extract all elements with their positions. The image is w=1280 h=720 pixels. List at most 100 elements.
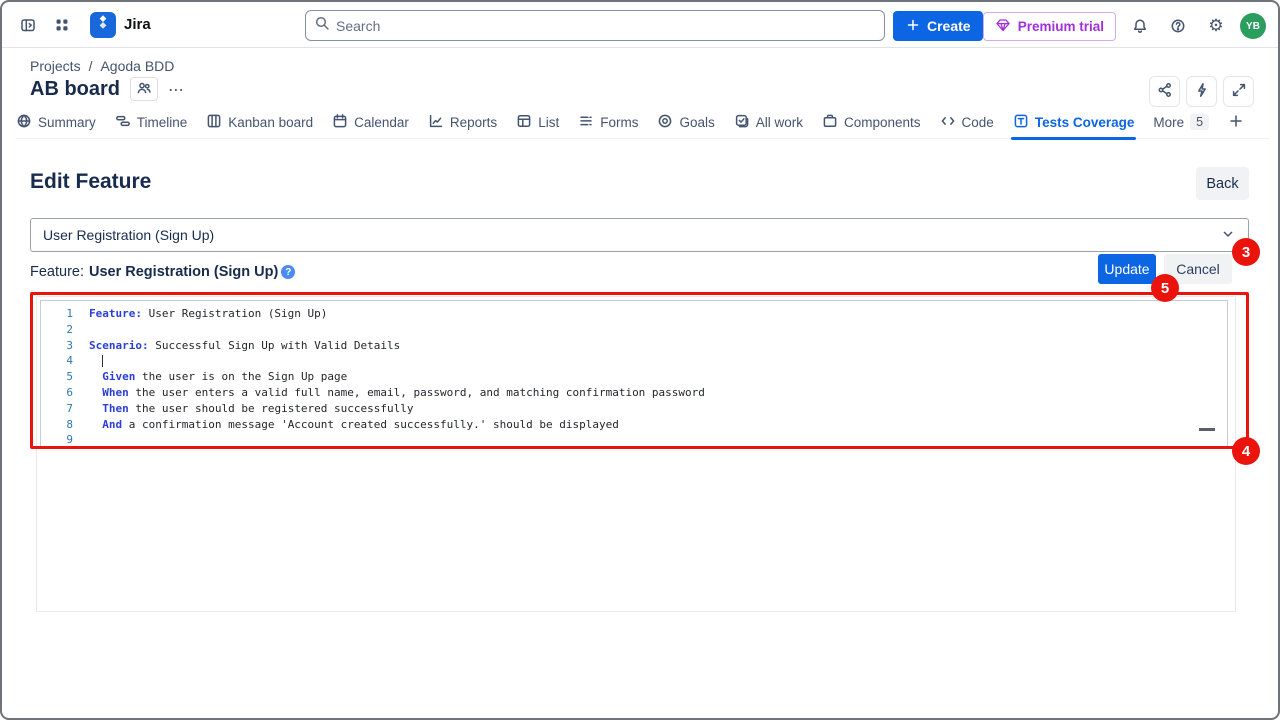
tab-label: Goals xyxy=(679,115,714,130)
sidebar-toggle-icon[interactable] xyxy=(14,11,42,39)
code-line[interactable]: Scenario: Successful Sign Up with Valid … xyxy=(89,338,1221,354)
top-navigation-bar: Jira Create Premium trial ⚙ YB xyxy=(2,2,1278,48)
code-line[interactable] xyxy=(89,322,1221,338)
line-number: 9 xyxy=(41,432,73,448)
topbar-right-cluster: Premium trial ⚙ YB xyxy=(983,11,1266,41)
forms-icon xyxy=(578,113,594,132)
tab-components[interactable]: Components xyxy=(822,106,921,139)
gear-icon[interactable]: ⚙ xyxy=(1202,12,1230,40)
feature-name: User Registration (Sign Up) xyxy=(89,264,278,280)
editor-code-lines[interactable]: Feature: User Registration (Sign Up) Sce… xyxy=(89,306,1221,448)
people-icon[interactable] xyxy=(130,77,158,101)
editor-resize-handle[interactable] xyxy=(1199,428,1215,431)
code-line[interactable]: And a confirmation message 'Account crea… xyxy=(89,417,1221,433)
app-name: Jira xyxy=(124,16,151,33)
breadcrumb-project-name[interactable]: Agoda BDD xyxy=(100,58,174,74)
search-box[interactable] xyxy=(305,10,885,41)
tab-forms[interactable]: Forms xyxy=(578,106,638,139)
jira-logo[interactable] xyxy=(90,12,116,38)
line-number: 1 xyxy=(41,306,73,322)
code-line[interactable]: Given the user is on the Sign Up page xyxy=(89,369,1221,385)
globe-icon xyxy=(16,113,32,132)
tab-count-badge: 5 xyxy=(1190,114,1209,130)
update-button[interactable]: Update xyxy=(1098,254,1156,284)
share-icon[interactable] xyxy=(1149,76,1180,107)
code-line[interactable]: Feature: User Registration (Sign Up) xyxy=(89,306,1221,322)
tab-label: Tests Coverage xyxy=(1035,115,1135,130)
tab-label: More xyxy=(1153,115,1184,130)
create-button[interactable]: Create xyxy=(893,11,983,41)
premium-trial-button[interactable]: Premium trial xyxy=(983,12,1116,41)
feature-select-value: User Registration (Sign Up) xyxy=(43,227,214,243)
tab-all-work[interactable]: All work xyxy=(734,106,803,139)
section-title: Edit Feature xyxy=(30,170,151,194)
text-cursor xyxy=(102,355,103,367)
target-icon xyxy=(657,113,673,132)
code-line[interactable] xyxy=(89,432,1221,448)
gherkin-code-editor[interactable]: 123456789 Feature: User Registration (Si… xyxy=(40,300,1228,447)
tab-tests-coverage[interactable]: Tests Coverage xyxy=(1013,106,1135,139)
tab-label: Calendar xyxy=(354,115,409,130)
feature-help-icon[interactable]: ? xyxy=(281,265,295,279)
search-input[interactable] xyxy=(336,18,876,34)
line-number: 4 xyxy=(41,353,73,369)
tab-reports[interactable]: Reports xyxy=(428,106,497,139)
calendar-icon xyxy=(332,113,348,132)
page-title: AB board xyxy=(30,78,120,101)
tab-add[interactable] xyxy=(1228,106,1244,139)
line-number: 5 xyxy=(41,369,73,385)
line-number: 3 xyxy=(41,338,73,354)
help-icon[interactable] xyxy=(1164,12,1192,40)
tab-label: All work xyxy=(756,115,803,130)
tab-label: Components xyxy=(844,115,921,130)
components-icon xyxy=(822,113,838,132)
breadcrumb: Projects / Agoda BDD xyxy=(30,58,174,74)
bell-icon[interactable] xyxy=(1126,12,1154,40)
more-ellipsis-icon[interactable]: ⋯ xyxy=(168,80,184,99)
annotation-badge-5: 5 xyxy=(1151,274,1179,302)
all-work-icon xyxy=(734,113,750,132)
chart-icon xyxy=(428,113,444,132)
tab-kanban-board[interactable]: Kanban board xyxy=(206,106,313,139)
tab-label: List xyxy=(538,115,559,130)
breadcrumb-projects[interactable]: Projects xyxy=(30,58,81,74)
expand-icon[interactable] xyxy=(1223,76,1254,107)
tab-label: Code xyxy=(962,115,994,130)
active-tab-underline xyxy=(1011,137,1137,140)
jira-tests-coverage-page: Jira Create Premium trial ⚙ YB Projects … xyxy=(0,0,1280,720)
tab-label: Summary xyxy=(38,115,96,130)
tab-calendar[interactable]: Calendar xyxy=(332,106,409,139)
tests-icon xyxy=(1013,113,1029,132)
search-icon xyxy=(314,15,330,36)
tab-list[interactable]: List xyxy=(516,106,559,139)
tab-label: Kanban board xyxy=(228,115,313,130)
annotation-badge-4: 4 xyxy=(1232,437,1260,465)
feature-label: Feature: User Registration (Sign Up) ? xyxy=(30,264,295,280)
line-number: 6 xyxy=(41,385,73,401)
plus-icon xyxy=(1228,113,1244,132)
board-tab-bar: Summary Timeline Kanban board Calendar Repor… xyxy=(16,106,1270,139)
lightning-icon[interactable] xyxy=(1186,76,1217,107)
tab-summary[interactable]: Summary xyxy=(16,106,96,139)
timeline-icon xyxy=(115,113,131,132)
editor-line-numbers: 123456789 xyxy=(41,306,73,448)
tab-timeline[interactable]: Timeline xyxy=(115,106,188,139)
tab-label: Reports xyxy=(450,115,497,130)
tab-more[interactable]: More 5 xyxy=(1153,106,1209,139)
back-button[interactable]: Back xyxy=(1196,167,1249,200)
line-number: 7 xyxy=(41,401,73,417)
line-number: 8 xyxy=(41,417,73,433)
app-switcher-icon[interactable] xyxy=(48,11,76,39)
gem-icon xyxy=(995,17,1011,36)
code-line[interactable] xyxy=(89,353,1221,369)
board-actions xyxy=(1149,76,1254,107)
tab-code[interactable]: Code xyxy=(940,106,994,139)
tab-label: Forms xyxy=(600,115,638,130)
code-icon xyxy=(940,113,956,132)
feature-select-dropdown[interactable]: User Registration (Sign Up) xyxy=(30,218,1249,252)
code-line[interactable]: Then the user should be registered succe… xyxy=(89,401,1221,417)
annotation-badge-3: 3 xyxy=(1232,238,1260,266)
tab-goals[interactable]: Goals xyxy=(657,106,714,139)
code-line[interactable]: When the user enters a valid full name, … xyxy=(89,385,1221,401)
avatar[interactable]: YB xyxy=(1240,13,1266,39)
